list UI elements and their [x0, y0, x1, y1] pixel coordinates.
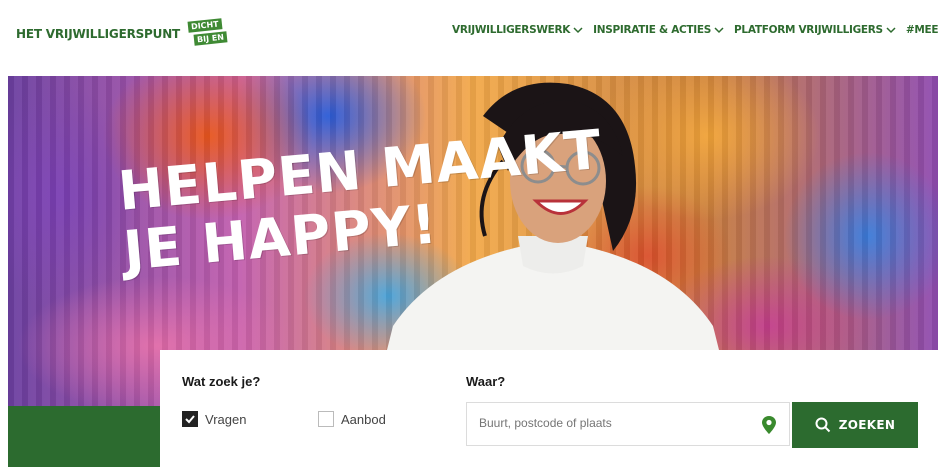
location-field[interactable]: [466, 402, 790, 446]
site-header: HET VRIJWILLIGERSPUNT DICHT BIJ EN VRIJW…: [0, 0, 938, 70]
logo-badge: DICHT BIJ EN: [187, 18, 232, 48]
checkbox-checked-icon[interactable]: [182, 411, 198, 427]
nav-label: VRIJWILLIGERSWERK: [452, 24, 571, 36]
main-nav: VRIJWILLIGERSWERK INSPIRATIE & ACTIES PL…: [452, 24, 938, 36]
chevron-down-icon: [573, 27, 583, 34]
logo-badge-line2: BIJ EN: [193, 31, 228, 46]
green-accent-bar: [8, 406, 168, 467]
search-icon: [815, 417, 830, 433]
checkbox-vragen[interactable]: Vragen: [182, 411, 246, 427]
checkbox-label: Aanbod: [341, 411, 386, 427]
checkbox-aanbod[interactable]: Aanbod: [318, 411, 386, 427]
logo-badge-line1: DICHT: [187, 18, 223, 33]
nav-label: PLATFORM VRIJWILLIGERS: [734, 24, 883, 36]
search-panel: Wat zoek je? Waar? Vragen Aanbod ZOEKEN: [160, 350, 938, 467]
nav-label: INSPIRATIE & ACTIES: [593, 24, 712, 36]
chevron-down-icon: [714, 27, 724, 34]
logo-text: HET VRIJWILLIGERSPUNT: [16, 27, 181, 41]
search-button[interactable]: ZOEKEN: [792, 402, 918, 448]
chevron-down-icon: [886, 27, 896, 34]
location-input[interactable]: [467, 403, 751, 443]
where-label: Waar?: [466, 374, 506, 389]
site-logo[interactable]: HET VRIJWILLIGERSPUNT DICHT BIJ EN: [16, 18, 232, 48]
checkbox-label: Vragen: [205, 411, 247, 427]
checkbox-empty-icon[interactable]: [318, 411, 334, 427]
what-label: Wat zoek je?: [182, 374, 261, 389]
nav-item-meedoen[interactable]: #MEEDO: [906, 24, 938, 36]
map-pin-icon[interactable]: [761, 415, 777, 435]
nav-item-inspiratie[interactable]: INSPIRATIE & ACTIES: [593, 24, 724, 36]
nav-item-platform[interactable]: PLATFORM VRIJWILLIGERS: [734, 24, 896, 36]
nav-label: #MEEDO: [905, 24, 938, 36]
nav-item-vrijwilligerswerk[interactable]: VRIJWILLIGERSWERK: [452, 24, 583, 36]
search-button-label: ZOEKEN: [838, 418, 896, 432]
